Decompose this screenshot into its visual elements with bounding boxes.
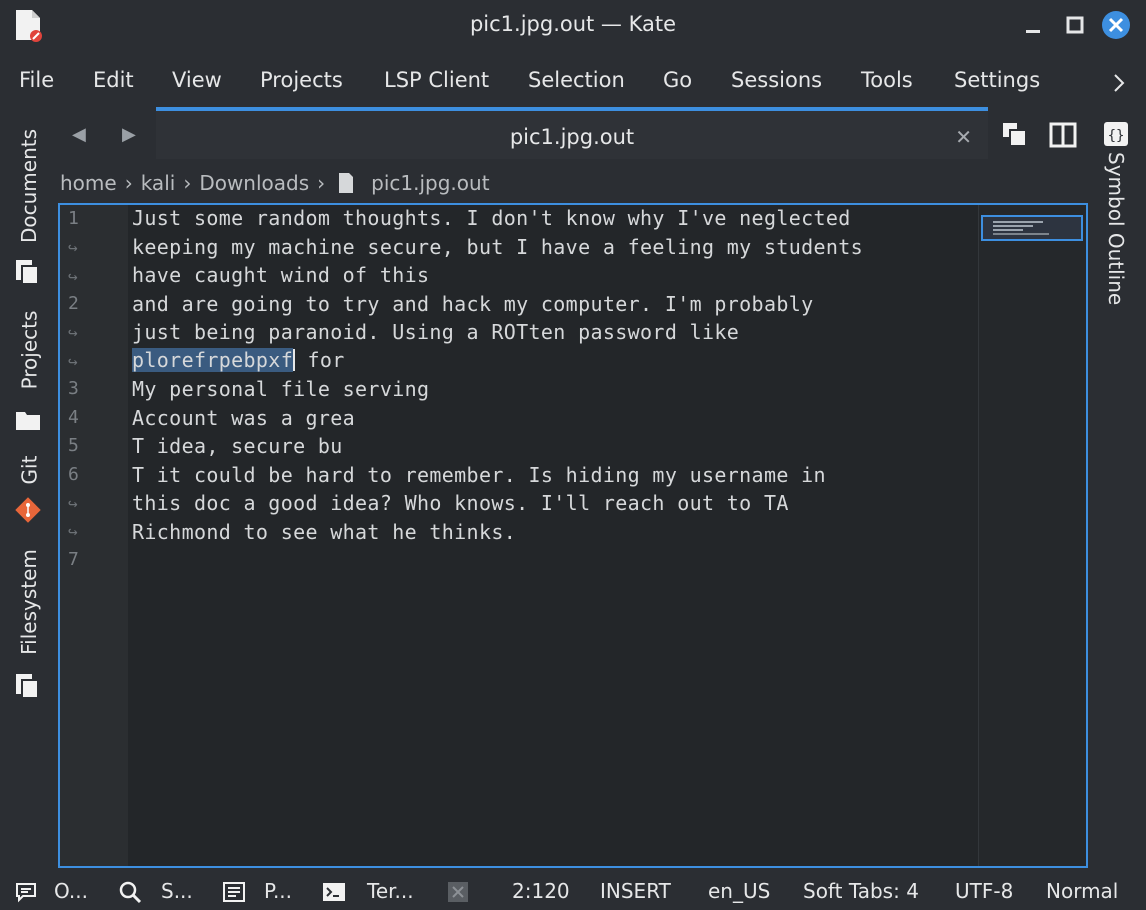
wrap-indicator-icon: ↪	[68, 352, 78, 371]
minimap-preview	[993, 221, 1049, 235]
sidebar-tab-git-label: Git	[17, 455, 41, 485]
line-number-gutter: 1 ↪ ↪ 2 ↪ ↪ 3 4 5 6 ↪ ↪ 7	[60, 205, 128, 866]
code-line: Account was a grea	[132, 406, 356, 430]
search-icon[interactable]	[118, 880, 142, 904]
menu-overflow-chevron-icon[interactable]	[1110, 72, 1128, 94]
search-tab[interactable]: S...	[161, 879, 193, 903]
editing-mode[interactable]: INSERT	[600, 879, 671, 903]
text-editor[interactable]: 1 ↪ ↪ 2 ↪ ↪ 3 4 5 6 ↪ ↪ 7 Just some rand…	[58, 203, 1088, 868]
title-bar: pic1.jpg.out — Kate	[0, 0, 1146, 52]
wrap-indicator-icon: ↪	[68, 522, 78, 541]
document-tab[interactable]: pic1.jpg.out ✕	[156, 107, 988, 159]
sidebar-tab-filesystem[interactable]: Filesystem	[14, 542, 44, 662]
next-tab-icon[interactable]: ▶	[122, 124, 136, 145]
close-window-icon[interactable]	[1101, 10, 1131, 40]
document-tab-label: pic1.jpg.out	[509, 125, 635, 149]
cursor-position[interactable]: 2:120	[512, 879, 570, 903]
sidebar-tab-documents[interactable]: Documents	[14, 118, 44, 254]
previous-tab-icon[interactable]: ◀	[72, 124, 86, 145]
line-number: 5	[68, 435, 79, 456]
wrap-indicator-icon: ↪	[68, 494, 78, 513]
breadcrumb-home[interactable]: home	[60, 171, 117, 195]
documents-icon[interactable]	[14, 258, 42, 286]
right-sidebar: {} Symbol Outline	[1092, 110, 1146, 870]
output-icon[interactable]	[14, 880, 38, 904]
left-sidebar: Documents Projects Git Filesystem	[0, 110, 56, 870]
diagnostics-icon[interactable]	[446, 880, 470, 904]
tab-list-icon[interactable]	[1000, 120, 1030, 150]
menu-projects[interactable]: Projects	[260, 68, 343, 92]
tab-close-icon[interactable]: ✕	[955, 125, 972, 149]
wrap-indicator-icon: ↪	[68, 323, 78, 342]
code-line: keeping my machine secure, but I have a …	[132, 235, 864, 259]
svg-text:{}: {}	[1108, 128, 1125, 144]
breadcrumb: home › kali › Downloads › pic1.jpg.out	[60, 168, 490, 198]
terminal-icon[interactable]	[322, 880, 346, 904]
folder-icon[interactable]	[14, 406, 42, 434]
code-line: plorefrpebpxf for	[132, 348, 345, 372]
indentation-setting[interactable]: Soft Tabs: 4	[803, 879, 919, 903]
breadcrumb-kali[interactable]: kali	[141, 171, 176, 195]
code-text: for	[295, 348, 345, 372]
sidebar-tab-symbol-outline-label: Symbol Outline	[1104, 152, 1128, 306]
menu-file[interactable]: File	[19, 68, 54, 92]
file-encoding[interactable]: UTF-8	[955, 879, 1013, 903]
code-line: T it could be hard to remember. Is hidin…	[132, 463, 826, 487]
code-line: Richmond to see what he thinks.	[132, 520, 517, 544]
menu-bar: File Edit View Projects LSP Client Selec…	[0, 62, 1146, 102]
window-title: pic1.jpg.out — Kate	[469, 12, 677, 36]
sidebar-tab-documents-label: Documents	[17, 128, 42, 244]
status-bar: O... S... P... Ter... 2:120 INSERT en_US…	[0, 872, 1146, 910]
projects-panel-icon[interactable]	[222, 880, 246, 904]
menu-go[interactable]: Go	[663, 68, 692, 92]
code-line: just being paranoid. Using a ROTten pass…	[132, 320, 740, 344]
file-icon	[339, 173, 354, 193]
sidebar-tab-filesystem-label: Filesystem	[17, 549, 41, 655]
line-number: 6	[68, 464, 79, 485]
selected-text: plorefrpebpxf	[132, 348, 294, 372]
line-number: 2	[68, 293, 79, 314]
wrap-indicator-icon: ↪	[68, 267, 78, 286]
code-line: this doc a good idea? Who knows. I'll re…	[132, 491, 789, 515]
input-mode[interactable]: Normal	[1046, 879, 1118, 903]
menu-settings[interactable]: Settings	[954, 68, 1040, 92]
menu-lsp-client[interactable]: LSP Client	[384, 68, 489, 92]
menu-edit[interactable]: Edit	[93, 68, 134, 92]
menu-selection[interactable]: Selection	[528, 68, 625, 92]
output-tab[interactable]: O...	[54, 879, 88, 903]
breadcrumb-separator-icon: ›	[317, 171, 326, 195]
menu-sessions[interactable]: Sessions	[731, 68, 822, 92]
sidebar-tab-symbol-outline[interactable]: Symbol Outline	[1100, 152, 1130, 352]
minimap-viewport[interactable]	[981, 215, 1083, 241]
line-number: 4	[68, 407, 79, 428]
projects-tab[interactable]: P...	[264, 879, 292, 903]
code-line: Just some random thoughts. I don't know …	[132, 206, 851, 230]
menu-tools[interactable]: Tools	[861, 68, 913, 92]
code-line: and are going to try and hack my compute…	[132, 292, 814, 316]
symbol-outline-icon[interactable]: {}	[1102, 120, 1130, 148]
maximize-icon[interactable]	[1060, 10, 1090, 40]
sidebar-tab-git[interactable]: Git	[14, 450, 44, 490]
line-number: 3	[68, 378, 79, 399]
sidebar-tab-projects-label: Projects	[17, 310, 42, 390]
git-icon[interactable]	[14, 496, 42, 524]
code-line: T idea, secure bu	[132, 434, 343, 458]
breadcrumb-separator-icon: ›	[183, 171, 192, 195]
code-line: have caught wind of this	[132, 263, 430, 287]
minimap[interactable]	[978, 205, 1086, 866]
wrap-indicator-icon: ↪	[68, 238, 78, 257]
code-line: My personal file serving	[132, 377, 430, 401]
breadcrumb-separator-icon: ›	[124, 171, 133, 195]
minimize-icon[interactable]	[1018, 10, 1048, 40]
sidebar-tab-projects[interactable]: Projects	[14, 300, 44, 400]
line-number: 1	[68, 208, 79, 229]
split-view-icon[interactable]	[1048, 120, 1078, 150]
filesystem-icon[interactable]	[14, 672, 42, 700]
breadcrumb-downloads[interactable]: Downloads	[199, 171, 309, 195]
menu-view[interactable]: View	[172, 68, 222, 92]
breadcrumb-file[interactable]: pic1.jpg.out	[371, 171, 489, 195]
dictionary-language[interactable]: en_US	[708, 879, 770, 903]
terminal-tab[interactable]: Ter...	[367, 879, 414, 903]
line-number: 7	[68, 549, 79, 570]
